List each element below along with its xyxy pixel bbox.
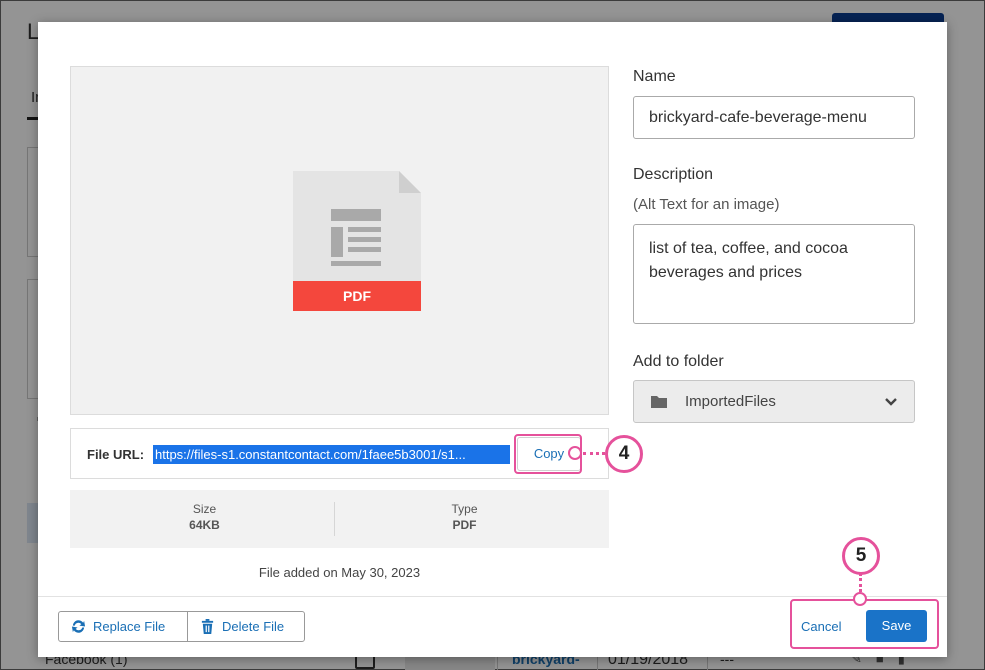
file-size: Size 64KB <box>70 502 339 532</box>
replace-file-button[interactable]: Replace File <box>59 612 187 641</box>
file-type: Type PDF <box>330 502 599 532</box>
step-4-callout: 4 <box>605 435 643 473</box>
folder-icon <box>651 396 667 408</box>
name-field[interactable]: brickyard-cafe-beverage-menu <box>633 96 915 139</box>
replace-icon <box>71 620 86 633</box>
file-meta: Size 64KB Type PDF <box>70 490 609 548</box>
description-sublabel: (Alt Text for an image) <box>633 196 780 213</box>
folder-select-value: ImportedFiles <box>685 393 776 410</box>
delete-file-label: Delete File <box>222 619 285 634</box>
callout-anchor <box>568 446 582 460</box>
description-field[interactable]: list of tea, coffee, and cocoa beverages… <box>633 224 915 324</box>
folder-select[interactable]: ImportedFiles <box>633 380 915 423</box>
name-label: Name <box>633 68 676 85</box>
folder-label: Add to folder <box>633 353 724 370</box>
replace-file-label: Replace File <box>93 619 166 634</box>
file-type-label: PDF <box>293 281 421 311</box>
callout-connector <box>583 452 605 455</box>
step-5-callout: 5 <box>842 537 880 575</box>
save-cancel-highlight <box>790 599 939 649</box>
type-label: Type <box>451 502 478 516</box>
size-label: Size <box>192 502 217 516</box>
file-preview: PDF <box>70 66 609 415</box>
callout-connector <box>859 573 862 592</box>
file-url-value[interactable]: https://files-s1.constantcontact.com/1fa… <box>153 445 510 464</box>
file-actions-group: Replace File Delete File <box>58 611 305 642</box>
delete-file-button[interactable]: Delete File <box>188 612 304 641</box>
file-details-modal: PDF File URL: https://files-s1.constantc… <box>38 22 947 657</box>
pdf-file-icon: PDF <box>293 171 421 311</box>
description-label: Description <box>633 166 714 183</box>
callout-anchor <box>853 592 867 606</box>
size-value: 64KB <box>189 518 220 532</box>
trash-icon <box>201 619 214 634</box>
footer-divider <box>38 596 947 597</box>
file-url-label: File URL: <box>87 447 145 462</box>
file-added-date: File added on May 30, 2023 <box>258 565 421 580</box>
chevron-down-icon <box>885 398 897 406</box>
type-value: PDF <box>452 518 477 532</box>
